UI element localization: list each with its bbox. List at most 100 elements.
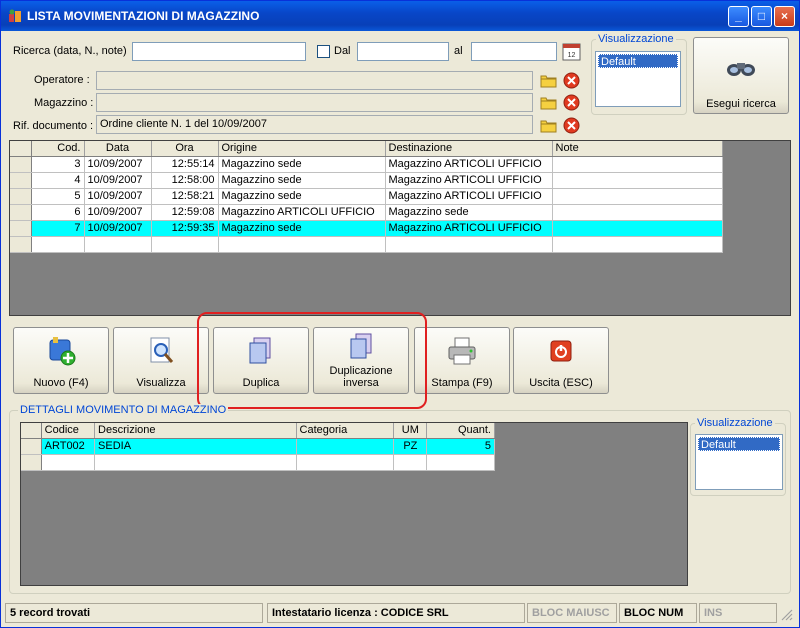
visualizzazione-list[interactable]: Default	[695, 434, 783, 490]
status-bar: 5 record trovati Intestatario licenza : …	[3, 601, 797, 625]
movements-header-row: Cod. Data Ora Origine Destinazione Note	[10, 141, 723, 157]
cell-destinazione: Magazzino ARTICOLI UFFICIO	[385, 220, 553, 237]
visualizza-button[interactable]: Visualizza	[113, 327, 209, 394]
visualizzazione-option[interactable]: Default	[698, 437, 780, 451]
row-indicator-header	[10, 141, 32, 157]
movements-table: Cod. Data Ora Origine Destinazione Note …	[10, 141, 723, 253]
cell-codice: ART002	[41, 438, 96, 455]
table-row-new[interactable]	[21, 454, 495, 471]
column-header-ora[interactable]: Ora	[151, 141, 219, 157]
dal-checkbox[interactable]	[317, 45, 330, 58]
clear-icon[interactable]	[562, 71, 581, 90]
al-date-input[interactable]	[471, 42, 557, 61]
uscita-button[interactable]: Uscita (ESC)	[513, 327, 609, 394]
column-header-note[interactable]: Note	[552, 141, 723, 157]
table-row-selected[interactable]: 7 10/09/2007 12:59:35 Magazzino sede Mag…	[10, 220, 723, 237]
visualizzazione-option[interactable]: Default	[598, 54, 678, 68]
visualizza-label: Visualizza	[136, 377, 186, 389]
row-indicator[interactable]	[10, 156, 32, 173]
table-row[interactable]: 5 10/09/2007 12:58:21 Magazzino sede Mag…	[10, 188, 723, 205]
cell-destinazione: Magazzino sede	[385, 204, 553, 221]
dal-date-input[interactable]	[357, 42, 449, 61]
row-indicator[interactable]	[10, 236, 32, 253]
column-header-data[interactable]: Data	[84, 141, 152, 157]
column-header-um[interactable]: UM	[393, 423, 428, 439]
visualizzazione-title: Visualizzazione	[695, 417, 775, 429]
nuovo-button[interactable]: Nuovo (F4)	[13, 327, 109, 394]
maximize-button[interactable]: □	[751, 6, 772, 27]
details-grid[interactable]: Codice Descrizione Categoria UM Quant. A…	[20, 422, 688, 586]
folder-icon[interactable]	[539, 93, 558, 112]
visualizzazione-list[interactable]: Default	[595, 51, 681, 107]
printer-icon	[448, 337, 476, 365]
cell-cod: 4	[31, 172, 85, 189]
folder-icon[interactable]	[539, 116, 558, 135]
cell-empty	[151, 236, 219, 253]
cell-empty	[296, 454, 395, 471]
cell-destinazione: Magazzino ARTICOLI UFFICIO	[385, 172, 553, 189]
minimize-button[interactable]: _	[728, 6, 749, 27]
nuovo-label: Nuovo (F4)	[33, 377, 89, 389]
stampa-button[interactable]: Stampa (F9)	[414, 327, 510, 394]
row-indicator[interactable]	[10, 220, 32, 237]
visualizzazione-title: Visualizzazione	[596, 33, 676, 45]
visualizzazione-group: Visualizzazione Default	[591, 33, 687, 115]
ricerca-label: Ricerca (data, N., note)	[13, 45, 127, 57]
operatore-field[interactable]	[96, 71, 533, 90]
calendar-icon[interactable]: 12	[562, 42, 581, 61]
table-row[interactable]: 6 10/09/2007 12:59:08 Magazzino ARTICOLI…	[10, 204, 723, 221]
svg-text:12: 12	[568, 52, 576, 59]
cell-origine: Magazzino sede	[218, 156, 386, 173]
movements-grid[interactable]: Cod. Data Ora Origine Destinazione Note …	[9, 140, 791, 316]
row-indicator[interactable]	[21, 454, 42, 471]
highlight-annotation	[197, 312, 427, 409]
column-header-destinazione[interactable]: Destinazione	[385, 141, 553, 157]
cell-destinazione: Magazzino ARTICOLI UFFICIO	[385, 156, 553, 173]
cell-empty	[552, 236, 723, 253]
cell-note	[552, 172, 723, 189]
row-indicator[interactable]	[10, 172, 32, 189]
magazzino-field[interactable]	[96, 93, 533, 112]
table-row-new[interactable]	[10, 236, 723, 253]
column-header-codice[interactable]: Codice	[41, 423, 96, 439]
cell-ora: 12:55:14	[151, 156, 219, 173]
column-header-quant[interactable]: Quant.	[426, 423, 495, 439]
app-icon	[9, 9, 21, 22]
cell-data: 10/09/2007	[84, 220, 152, 237]
clear-icon[interactable]	[562, 93, 581, 112]
dal-label: Dal	[334, 45, 351, 57]
cell-origine: Magazzino sede	[218, 188, 386, 205]
new-document-icon	[49, 337, 76, 366]
cell-um: PZ	[393, 438, 428, 455]
cell-data: 10/09/2007	[84, 204, 152, 221]
column-header-origine[interactable]: Origine	[218, 141, 386, 157]
folder-icon[interactable]	[539, 71, 558, 90]
binoculars-icon	[727, 63, 755, 76]
column-header-descrizione[interactable]: Descrizione	[94, 423, 297, 439]
cell-empty	[41, 454, 96, 471]
cell-empty	[393, 454, 428, 471]
table-row-selected[interactable]: ART002 SEDIA PZ 5	[21, 438, 495, 455]
column-header-categoria[interactable]: Categoria	[296, 423, 395, 439]
cell-destinazione: Magazzino ARTICOLI UFFICIO	[385, 188, 553, 205]
esegui-ricerca-button[interactable]: Esegui ricerca	[693, 37, 789, 114]
row-indicator[interactable]	[21, 438, 42, 455]
cell-descrizione: SEDIA	[94, 438, 297, 455]
cell-empty	[31, 236, 85, 253]
row-indicator[interactable]	[10, 204, 32, 221]
column-header-cod[interactable]: Cod.	[31, 141, 85, 157]
resize-grip-icon[interactable]	[781, 609, 793, 621]
rif-documento-field[interactable]: Ordine cliente N. 1 del 10/09/2007	[96, 115, 533, 134]
cell-note	[552, 220, 723, 237]
table-row[interactable]: 4 10/09/2007 12:58:00 Magazzino sede Mag…	[10, 172, 723, 189]
cell-cod: 5	[31, 188, 85, 205]
status-num-lock: BLOC NUM	[619, 603, 697, 623]
cell-note	[552, 156, 723, 173]
ricerca-input[interactable]	[132, 42, 306, 61]
stampa-label: Stampa (F9)	[431, 377, 493, 389]
row-indicator[interactable]	[10, 188, 32, 205]
title-bar[interactable]: LISTA MOVIMENTAZIONI DI MAGAZZINO _ □ ×	[1, 1, 799, 31]
table-row[interactable]: 3 10/09/2007 12:55:14 Magazzino sede Mag…	[10, 156, 723, 173]
clear-icon[interactable]	[562, 116, 581, 135]
close-button[interactable]: ×	[774, 6, 795, 27]
